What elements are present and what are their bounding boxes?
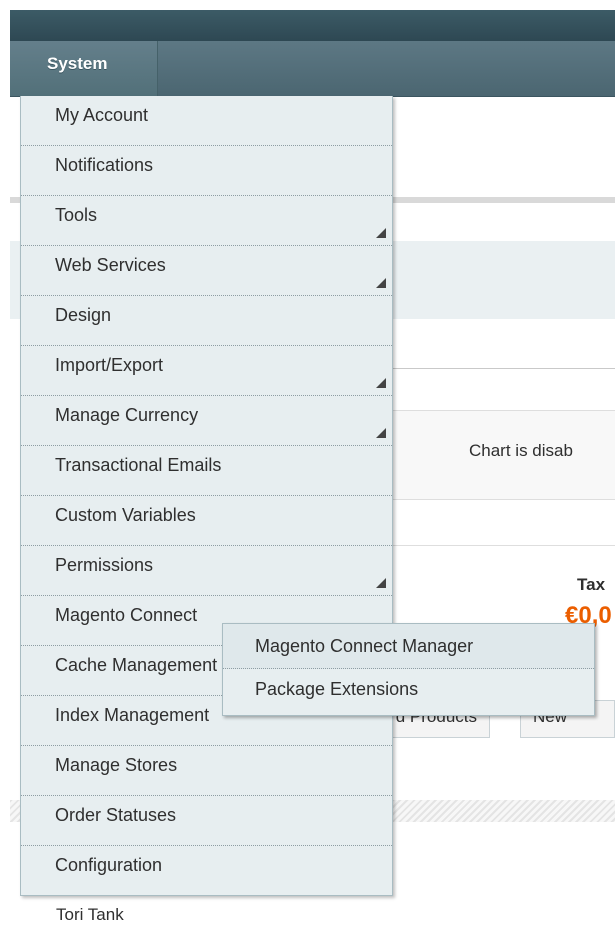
magento-connect-submenu: Magento Connect Manager Package Extensio… xyxy=(222,623,595,716)
divider xyxy=(393,368,615,369)
submenu-arrow-icon xyxy=(376,278,386,288)
admin-header-bar xyxy=(10,10,615,41)
menu-item-label: Configuration xyxy=(55,855,163,875)
submenu-arrow-icon xyxy=(376,578,386,588)
divider xyxy=(393,545,615,546)
menu-item-manage-currency[interactable]: Manage Currency xyxy=(21,396,392,446)
menu-item-label: Manage Stores xyxy=(55,755,178,775)
menu-item-transactional-emails[interactable]: Transactional Emails xyxy=(21,446,392,496)
menu-item-import-export[interactable]: Import/Export xyxy=(21,346,392,396)
submenu-arrow-icon xyxy=(376,428,386,438)
menu-item-notifications[interactable]: Notifications xyxy=(21,146,392,196)
menu-item-label: Permissions xyxy=(55,555,154,575)
menu-item-label: Web Services xyxy=(55,255,166,275)
submenu-item-connect-manager[interactable]: Magento Connect Manager xyxy=(223,624,594,669)
submenu-item-label: Package Extensions xyxy=(255,679,419,699)
system-dropdown-menu: My Account Notifications Tools Web Servi… xyxy=(20,96,393,896)
chart-disabled-message: Chart is disab xyxy=(469,441,573,460)
menu-item-label: Design xyxy=(55,305,112,325)
menu-item-permissions[interactable]: Permissions xyxy=(21,546,392,596)
menu-item-label: Transactional Emails xyxy=(55,455,222,475)
submenu-item-package-extensions[interactable]: Package Extensions xyxy=(223,669,594,714)
customer-name: Tori Tank xyxy=(56,905,124,924)
menu-item-web-services[interactable]: Web Services xyxy=(21,246,392,296)
menu-item-my-account[interactable]: My Account xyxy=(21,96,392,146)
menu-item-tools[interactable]: Tools xyxy=(21,196,392,246)
submenu-item-label: Magento Connect Manager xyxy=(255,636,474,656)
menu-item-configuration[interactable]: Configuration xyxy=(21,846,392,896)
menu-item-label: Manage Currency xyxy=(55,405,199,425)
menu-item-custom-variables[interactable]: Custom Variables xyxy=(21,496,392,546)
menu-item-label: Cache Management xyxy=(55,655,218,675)
divider xyxy=(393,197,615,203)
submenu-arrow-icon xyxy=(376,228,386,238)
menu-item-label: Index Management xyxy=(55,705,210,725)
menu-item-label: Magento Connect xyxy=(55,605,198,625)
menu-item-label: My Account xyxy=(55,105,149,125)
menu-item-label: Order Statuses xyxy=(55,805,177,825)
menu-item-label: Import/Export xyxy=(55,355,164,375)
menu-item-order-statuses[interactable]: Order Statuses xyxy=(21,796,392,846)
submenu-arrow-icon xyxy=(376,378,386,388)
menu-item-label: Notifications xyxy=(55,155,154,175)
menu-item-manage-stores[interactable]: Manage Stores xyxy=(21,746,392,796)
menu-item-design[interactable]: Design xyxy=(21,296,392,346)
tax-label: Tax xyxy=(577,575,606,594)
menu-item-label: Custom Variables xyxy=(55,505,196,525)
nav-item-system[interactable]: System xyxy=(10,41,158,96)
menu-item-label: Tools xyxy=(55,205,98,225)
